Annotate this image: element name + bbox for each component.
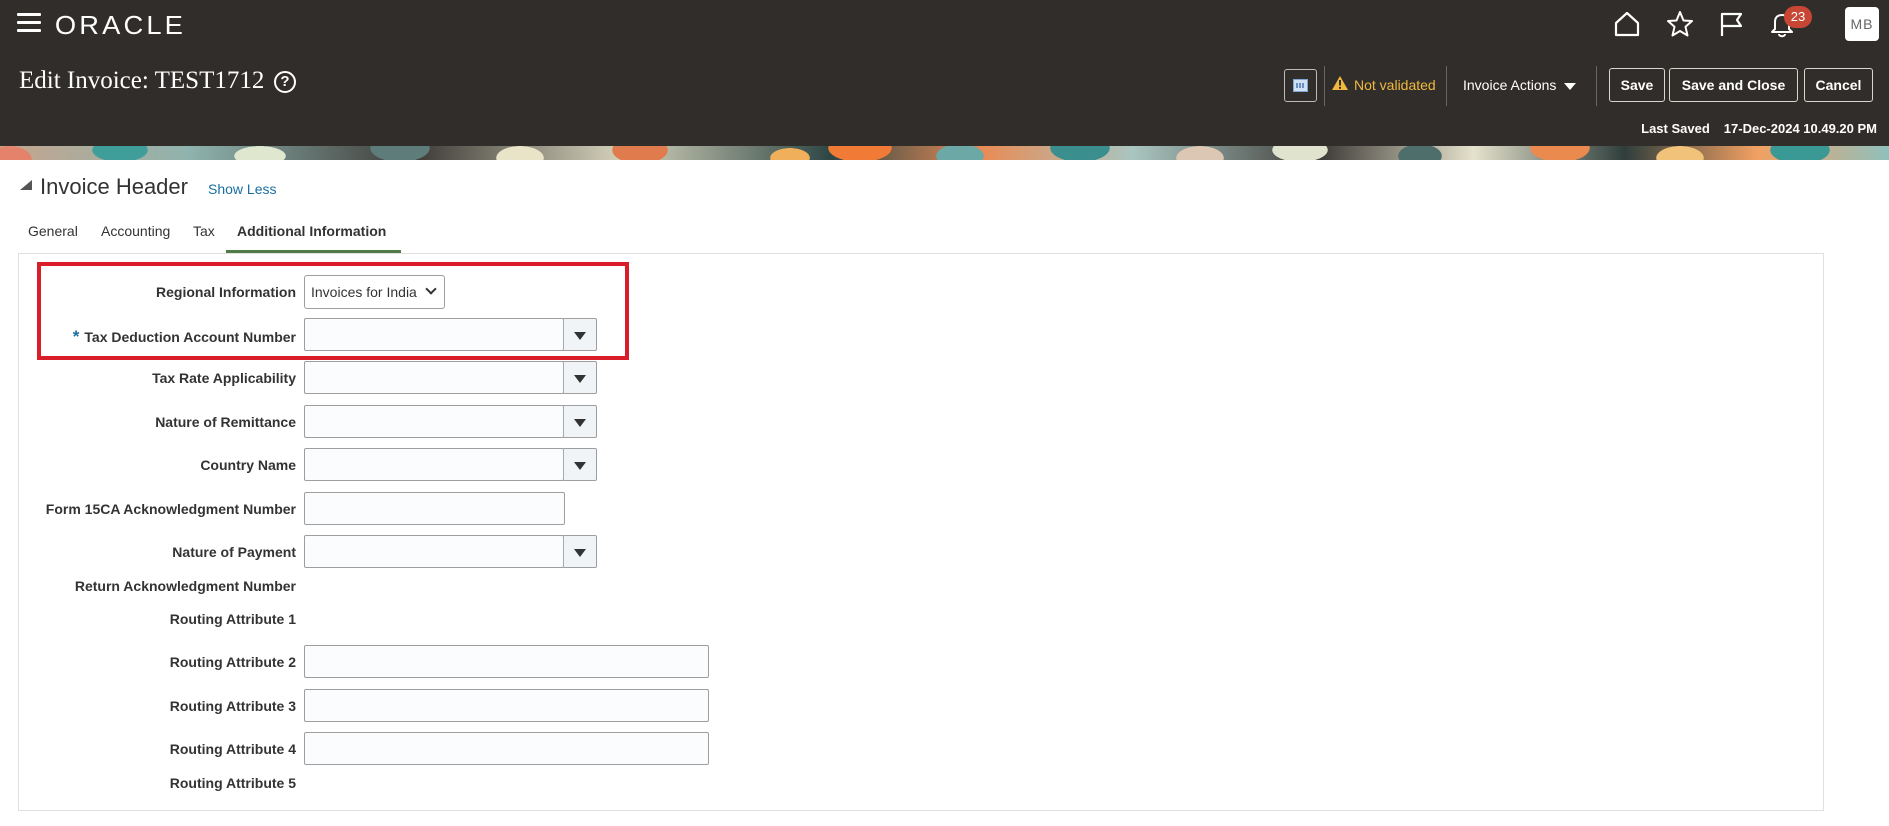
- routing-attribute-3-input[interactable]: [304, 689, 709, 722]
- country-name-input[interactable]: [304, 448, 564, 481]
- cancel-button[interactable]: Cancel: [1804, 68, 1873, 102]
- form-15ca-ack-number-label: Form 15CA Acknowledgment Number: [45, 501, 296, 517]
- user-avatar[interactable]: MB: [1845, 7, 1879, 41]
- last-saved-info: Last Saved 17-Dec-2024 10.49.20 PM: [1641, 121, 1877, 136]
- chevron-down-icon: [425, 283, 437, 295]
- home-icon[interactable]: [1612, 9, 1642, 39]
- caret-down-icon: [1564, 82, 1577, 90]
- notification-count-badge: 23: [1784, 6, 1812, 28]
- tax-rate-applicability-dropdown-button[interactable]: [563, 361, 597, 394]
- return-ack-number-label: Return Acknowledgment Number: [74, 578, 296, 594]
- nature-of-payment-dropdown-button[interactable]: [563, 535, 597, 568]
- nature-of-remittance-input[interactable]: [304, 405, 564, 438]
- tax-rate-applicability-label: Tax Rate Applicability: [152, 370, 296, 386]
- tab-accounting[interactable]: Accounting: [101, 223, 170, 239]
- regional-information-value: Invoices for India: [311, 284, 417, 300]
- routing-attribute-4-label: Routing Attribute 4: [169, 741, 296, 757]
- routing-attribute-1-label: Routing Attribute 1: [169, 611, 296, 627]
- divider: [1324, 66, 1325, 106]
- decorative-banner: [0, 146, 1889, 160]
- tax-deduction-account-number-text: Tax Deduction Account Number: [84, 329, 296, 345]
- routing-attribute-5-label: Routing Attribute 5: [169, 775, 296, 791]
- nature-of-remittance-label: Nature of Remittance: [155, 414, 296, 430]
- warning-icon: [1332, 76, 1348, 90]
- routing-attribute-3-label: Routing Attribute 3: [169, 698, 296, 714]
- form-15ca-ack-number-input[interactable]: [304, 492, 565, 525]
- tab-additional-information[interactable]: Additional Information: [237, 223, 386, 239]
- oracle-logo[interactable]: ORACLE: [55, 10, 186, 41]
- tab-general[interactable]: General: [28, 223, 78, 239]
- divider: [1446, 66, 1447, 106]
- invoice-actions-label: Invoice Actions: [1463, 77, 1557, 93]
- invoice-actions-menu[interactable]: Invoice Actions: [1463, 77, 1577, 93]
- tax-rate-applicability-input[interactable]: [304, 361, 564, 394]
- country-name-label: Country Name: [200, 457, 296, 473]
- nature-of-remittance-dropdown-button[interactable]: [563, 405, 597, 438]
- save-and-close-button[interactable]: Save and Close: [1669, 68, 1798, 102]
- tax-deduction-account-number-dropdown-button[interactable]: [563, 318, 597, 351]
- last-saved-label: Last Saved: [1641, 121, 1710, 136]
- validation-status[interactable]: Not validated: [1354, 77, 1436, 93]
- show-less-link[interactable]: Show Less: [208, 181, 276, 197]
- country-name-dropdown-button[interactable]: [563, 448, 597, 481]
- calculator-icon[interactable]: [1284, 69, 1317, 102]
- regional-information-label: Regional Information: [156, 284, 296, 300]
- nature-of-payment-label: Nature of Payment: [172, 544, 296, 560]
- help-icon[interactable]: ?: [274, 71, 296, 93]
- last-saved-value: 17-Dec-2024 10.49.20 PM: [1723, 121, 1877, 136]
- bell-icon[interactable]: 23: [1767, 6, 1812, 39]
- page-title: Edit Invoice: TEST1712: [19, 67, 265, 94]
- flag-icon[interactable]: [1716, 9, 1746, 39]
- tax-deduction-account-number-label: * Tax Deduction Account Number: [73, 327, 296, 347]
- tab-tax[interactable]: Tax: [193, 223, 215, 239]
- hamburger-menu-icon[interactable]: [17, 13, 41, 33]
- routing-attribute-4-input[interactable]: [304, 732, 709, 765]
- divider: [1596, 66, 1597, 106]
- collapse-triangle-icon[interactable]: [20, 180, 32, 190]
- nature-of-payment-input[interactable]: [304, 535, 564, 568]
- required-indicator: *: [72, 327, 80, 346]
- regional-information-select[interactable]: Invoices for India: [304, 275, 445, 309]
- global-header: ORACLE 23 MB Edit Invoice: TEST1712 ? No…: [0, 0, 1889, 146]
- routing-attribute-2-label: Routing Attribute 2: [169, 654, 296, 670]
- star-icon[interactable]: [1665, 9, 1695, 39]
- section-title: Invoice Header: [40, 174, 188, 199]
- save-button[interactable]: Save: [1609, 68, 1665, 102]
- routing-attribute-2-input[interactable]: [304, 645, 709, 678]
- tax-deduction-account-number-input[interactable]: [304, 318, 564, 351]
